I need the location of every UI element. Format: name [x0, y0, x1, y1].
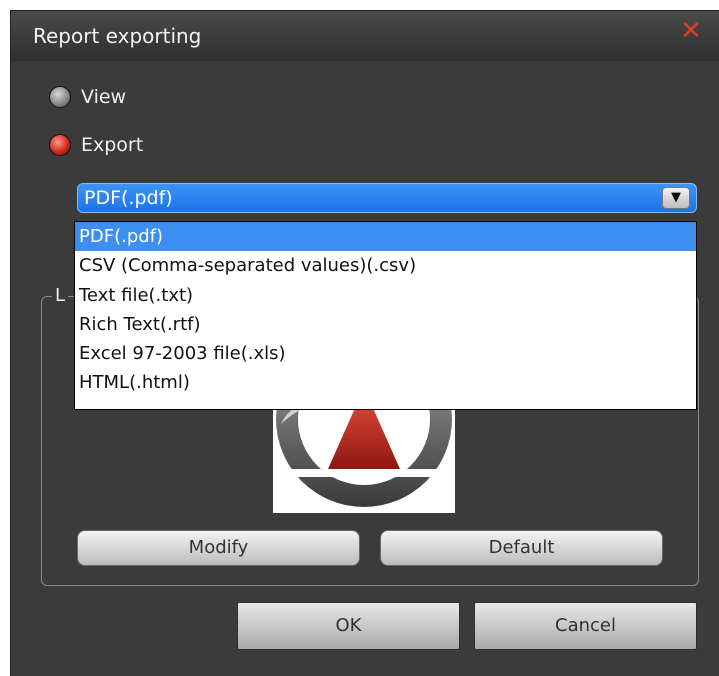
radio-view-indicator[interactable]	[49, 86, 71, 108]
dropdown-option-xls[interactable]: Excel 97-2003 file(.xls)	[75, 339, 696, 368]
chevron-down-icon[interactable]: ▼	[662, 187, 690, 209]
logo-gap	[273, 469, 455, 477]
report-export-dialog: Report exporting ✕ View Export PDF(.pdf)…	[10, 10, 719, 676]
dialog-title: Report exporting	[33, 24, 202, 48]
radio-export-indicator[interactable]	[49, 134, 71, 156]
radio-export-label: Export	[81, 134, 144, 156]
format-select[interactable]: PDF(.pdf) ▼	[77, 183, 697, 213]
radio-view-label: View	[81, 86, 127, 108]
close-icon[interactable]: ✕	[679, 18, 703, 44]
dropdown-option-txt[interactable]: Text file(.txt)	[75, 281, 696, 310]
dropdown-option-rtf[interactable]: Rich Text(.rtf)	[75, 310, 696, 339]
default-button[interactable]: Default	[380, 530, 663, 566]
format-select-value: PDF(.pdf)	[84, 187, 173, 209]
format-dropdown-list: PDF(.pdf) CSV (Comma-separated values)(.…	[74, 221, 697, 410]
radio-view[interactable]: View	[49, 86, 126, 108]
ok-button[interactable]: OK	[237, 602, 460, 650]
title-bar[interactable]: Report exporting ✕	[11, 11, 719, 61]
dropdown-option-html[interactable]: HTML(.html)	[75, 368, 696, 397]
logo-triangle-icon	[273, 331, 455, 513]
modify-button[interactable]: Modify	[77, 530, 360, 566]
dropdown-option-pdf[interactable]: PDF(.pdf)	[75, 222, 696, 252]
logo-group-legend: L	[52, 285, 69, 306]
logo-svg	[273, 331, 455, 507]
radio-export[interactable]: Export	[49, 134, 143, 156]
cancel-button[interactable]: Cancel	[474, 602, 697, 650]
dropdown-option-csv[interactable]: CSV (Comma-separated values)(.csv)	[75, 251, 696, 280]
